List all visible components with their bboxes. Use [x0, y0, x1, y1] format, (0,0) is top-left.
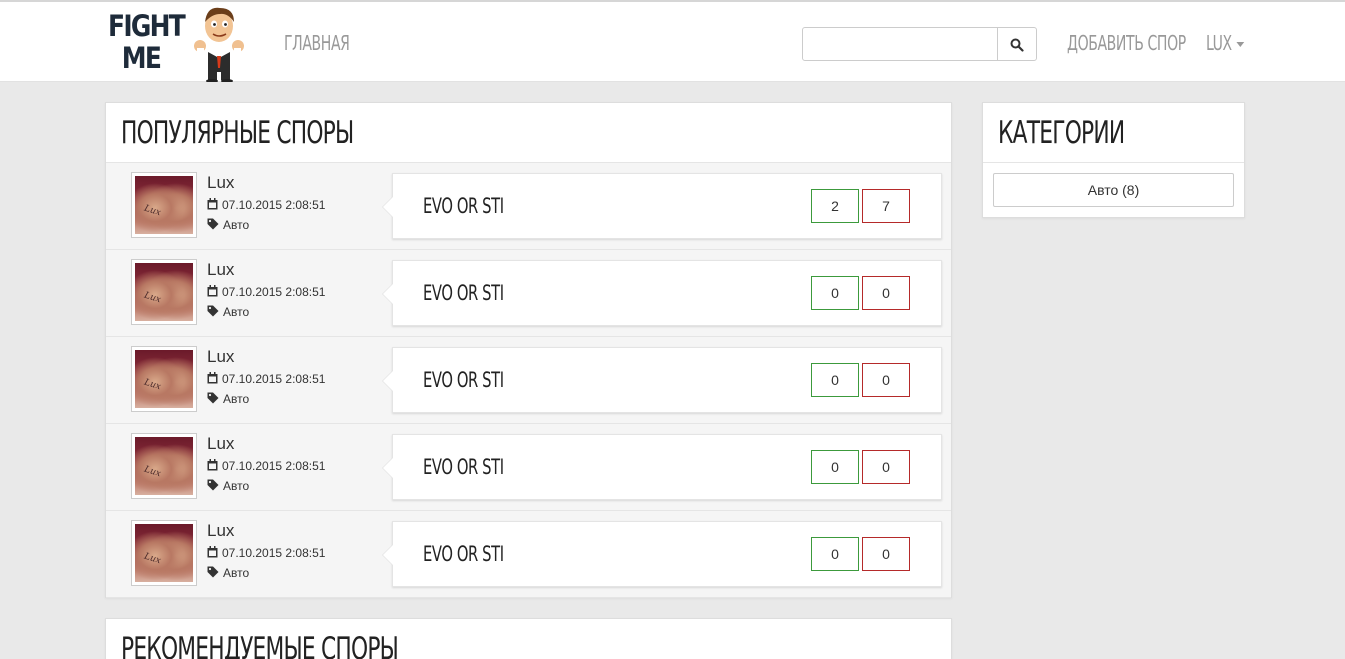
dispute-title[interactable]: EVO OR STI [423, 368, 504, 392]
panel-header: КАТЕГОРИИ [983, 103, 1244, 163]
avatar-signature: Lux [142, 464, 162, 480]
user-menu-dropdown[interactable]: LUX [1206, 30, 1245, 56]
site-logo[interactable]: FIGHT ME [108, 2, 256, 82]
avatar-image: Lux [135, 263, 193, 321]
dispute-title[interactable]: EVO OR STI [423, 194, 504, 218]
tag-icon [207, 305, 219, 317]
dispute-category[interactable]: Авто [207, 479, 249, 493]
vote-yes-button[interactable]: 0 [811, 450, 859, 484]
dispute-title[interactable]: EVO OR STI [423, 281, 504, 305]
date-text: 07.10.2015 2:08:51 [222, 285, 326, 299]
chevron-down-icon [1236, 42, 1245, 47]
date-text: 07.10.2015 2:08:51 [222, 372, 326, 386]
dispute-row: Lux Lux 07.10.2015 2:08:51 Авто EVO OR S… [106, 337, 951, 424]
vote-no-button[interactable]: 7 [862, 189, 910, 223]
logo-text: FIGHT ME [108, 9, 186, 75]
avatar-image: Lux [135, 524, 193, 582]
dispute-card: EVO OR STI 0 0 [382, 260, 942, 326]
recommended-disputes-panel: РЕКОМЕНДУЕМЫЕ СПОРЫ [105, 618, 952, 659]
calendar-icon [207, 285, 218, 297]
top-navbar: FIGHT ME ГЛАВНАЯ ДОБАВИТЬ СПОР LUX [0, 0, 1345, 82]
author-name[interactable]: Lux [207, 521, 234, 541]
vote-no-button[interactable]: 0 [862, 537, 910, 571]
avatar[interactable]: Lux [131, 346, 197, 412]
search-icon [1010, 38, 1024, 52]
avatar[interactable]: Lux [131, 520, 197, 586]
dispute-date: 07.10.2015 2:08:51 [207, 459, 325, 473]
search-button[interactable] [997, 27, 1037, 61]
dispute-category[interactable]: Авто [207, 305, 249, 319]
dispute-date: 07.10.2015 2:08:51 [207, 198, 325, 212]
search-input[interactable] [802, 27, 998, 61]
recommended-disputes-title: РЕКОМЕНДУЕМЫЕ СПОРЫ [121, 631, 399, 659]
dispute-title[interactable]: EVO OR STI [423, 455, 504, 479]
categories-panel: КАТЕГОРИИ Авто (8) [982, 102, 1245, 218]
vote-yes-button[interactable]: 0 [811, 537, 859, 571]
dispute-category[interactable]: Авто [207, 392, 249, 406]
dispute-row: Lux Lux 07.10.2015 2:08:51 Авто EVO OR S… [106, 163, 951, 250]
date-text: 07.10.2015 2:08:51 [222, 198, 326, 212]
avatar-signature: Lux [142, 377, 162, 393]
avatar[interactable]: Lux [131, 172, 197, 238]
tag-icon [207, 218, 219, 230]
panel-header: ПОПУЛЯРНЫЕ СПОРЫ [106, 103, 951, 163]
dispute-card: EVO OR STI 0 0 [382, 521, 942, 587]
author-name[interactable]: Lux [207, 260, 234, 280]
avatar-signature: Lux [142, 551, 162, 567]
dispute-row: Lux Lux 07.10.2015 2:08:51 Авто EVO OR S… [106, 250, 951, 337]
dispute-title[interactable]: EVO OR STI [423, 542, 504, 566]
avatar-signature: Lux [142, 290, 162, 306]
dispute-card: EVO OR STI 0 0 [382, 347, 942, 413]
author-name[interactable]: Lux [207, 173, 234, 193]
logo-line-1: FIGHT [108, 9, 186, 43]
avatar-signature: Lux [142, 203, 162, 219]
add-dispute-link[interactable]: ДОБАВИТЬ СПОР [1067, 30, 1186, 56]
popular-disputes-panel: ПОПУЛЯРНЫЕ СПОРЫ Lux Lux 07.10.2015 2:08… [105, 102, 952, 598]
tag-icon [207, 479, 219, 491]
author-name[interactable]: Lux [207, 347, 234, 367]
calendar-icon [207, 372, 218, 384]
dispute-date: 07.10.2015 2:08:51 [207, 546, 325, 560]
category-item-auto[interactable]: Авто (8) [993, 173, 1234, 207]
avatar[interactable]: Lux [131, 433, 197, 499]
category-text: Авто [223, 305, 250, 319]
dispute-row: Lux Lux 07.10.2015 2:08:51 Авто EVO OR S… [106, 424, 951, 511]
tag-icon [207, 392, 219, 404]
user-menu-label: LUX [1206, 31, 1232, 55]
popular-disputes-title: ПОПУЛЯРНЫЕ СПОРЫ [121, 115, 354, 151]
calendar-icon [207, 546, 218, 558]
logo-line-2: ME [121, 41, 162, 75]
avatar-image: Lux [135, 176, 193, 234]
author-name[interactable]: Lux [207, 434, 234, 454]
vote-yes-button[interactable]: 0 [811, 276, 859, 310]
calendar-icon [207, 459, 218, 471]
avatar-image: Lux [135, 437, 193, 495]
vote-yes-button[interactable]: 0 [811, 363, 859, 397]
categories-title: КАТЕГОРИИ [998, 115, 1125, 151]
vote-yes-button[interactable]: 2 [811, 189, 859, 223]
nav-home-link[interactable]: ГЛАВНАЯ [284, 30, 350, 56]
vote-no-button[interactable]: 0 [862, 276, 910, 310]
vote-no-button[interactable]: 0 [862, 363, 910, 397]
avatar-image: Lux [135, 350, 193, 408]
dispute-category[interactable]: Авто [207, 218, 249, 232]
dispute-category[interactable]: Авто [207, 566, 249, 580]
date-text: 07.10.2015 2:08:51 [222, 546, 326, 560]
dispute-date: 07.10.2015 2:08:51 [207, 285, 325, 299]
dispute-date: 07.10.2015 2:08:51 [207, 372, 325, 386]
mascot-icon [194, 7, 244, 82]
tag-icon [207, 566, 219, 578]
dispute-card: EVO OR STI 2 7 [382, 173, 942, 239]
category-text: Авто [223, 392, 250, 406]
dispute-row: Lux Lux 07.10.2015 2:08:51 Авто EVO OR S… [106, 511, 951, 598]
avatar[interactable]: Lux [131, 259, 197, 325]
category-text: Авто [223, 566, 250, 580]
category-text: Авто [223, 218, 250, 232]
category-text: Авто [223, 479, 250, 493]
dispute-card: EVO OR STI 0 0 [382, 434, 942, 500]
vote-no-button[interactable]: 0 [862, 450, 910, 484]
calendar-icon [207, 198, 218, 210]
date-text: 07.10.2015 2:08:51 [222, 459, 326, 473]
